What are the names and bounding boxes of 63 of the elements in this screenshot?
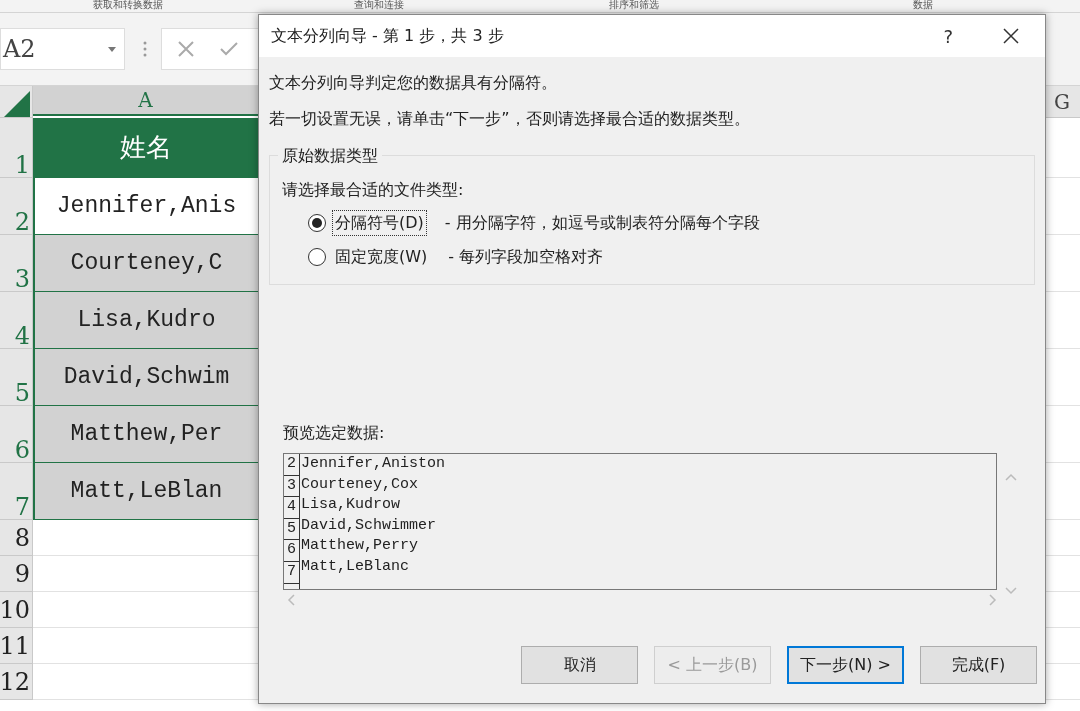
preview-line: Courteney,Cox <box>301 474 420 495</box>
row-header[interactable]: 12 <box>0 664 33 700</box>
dialog-button[interactable]: 完成(F) <box>920 646 1037 684</box>
line-number: 2 <box>284 454 299 476</box>
dropdown-icon[interactable] <box>108 46 116 52</box>
message-text: 文本分列向导判定您的数据具有分隔符。 <box>269 72 558 94</box>
line-number: 3 <box>284 475 299 498</box>
name-box[interactable]: A2 <box>0 28 125 70</box>
column-header[interactable]: G <box>1054 86 1070 117</box>
row-header[interactable]: 11 <box>0 628 33 664</box>
row-header[interactable]: 7 <box>0 463 33 520</box>
ribbon-group-label: 查询和连接 <box>353 0 405 12</box>
ribbon-group-label: 获取和转换数据 <box>91 0 164 12</box>
dialog-button[interactable]: 取消 <box>521 646 638 684</box>
radio-label[interactable]: 固定宽度(W) <box>332 244 431 270</box>
preview-line: David,Schwimmer <box>301 515 438 536</box>
message-text: 若一切设置无误，请单击“下一步”，否则请选择最合适的数据类型。 <box>269 108 751 130</box>
row-header[interactable]: 3 <box>0 235 33 292</box>
row-header[interactable]: 8 <box>0 520 33 556</box>
column-header[interactable]: A <box>33 86 258 116</box>
line-number: 5 <box>284 518 299 541</box>
row-header[interactable]: 2 <box>0 178 33 235</box>
name-box-value: A2 <box>3 34 36 65</box>
radio-label[interactable]: 分隔符号(D) <box>332 210 427 236</box>
enter-icon[interactable] <box>220 42 238 56</box>
preview-line: Matt,LeBlanc <box>301 556 411 577</box>
cancel-icon[interactable] <box>178 41 194 57</box>
scroll-left-icon[interactable] <box>287 594 295 606</box>
table-cell: Lisa,Kudro <box>33 292 258 349</box>
preview-label: 预览选定数据: <box>283 422 386 444</box>
preview-line: Jennifer,Aniston <box>301 454 446 474</box>
table-cell: Courteney,C <box>33 235 258 292</box>
scroll-down-icon[interactable] <box>1005 587 1017 595</box>
help-button[interactable]: ? <box>937 21 959 51</box>
option-description: - 用分隔字符，如逗号或制表符分隔每个字段 <box>444 212 760 234</box>
header-cell: 姓名 <box>33 118 258 178</box>
preview-line: Matthew,Perry <box>301 536 420 557</box>
scroll-up-icon[interactable] <box>1005 473 1017 481</box>
ribbon-group-label: 数据 <box>911 0 934 12</box>
row-header[interactable]: 9 <box>0 556 33 592</box>
row-header[interactable]: 10 <box>0 592 33 628</box>
prompt-text: 请选择最合适的文件类型: <box>282 179 465 201</box>
window-title: 文本分列向导 - 第 1 步，共 3 步 <box>271 25 504 47</box>
row-header[interactable]: 4 <box>0 292 33 349</box>
table-cell: Jennifer,Anis <box>33 178 258 235</box>
table-cell: Matt,LeBlan <box>33 463 258 520</box>
scroll-right-icon[interactable] <box>989 594 997 606</box>
table-cell: David,Schwim <box>33 349 258 406</box>
ribbon-group-label: 排序和筛选 <box>608 0 660 12</box>
radio-button[interactable] <box>308 214 326 232</box>
close-icon[interactable] <box>1003 28 1019 44</box>
row-header[interactable]: 1 <box>0 118 33 178</box>
option-description: - 每列字段加空格对齐 <box>448 246 604 268</box>
line-number: 4 <box>284 497 299 519</box>
preview-line: Lisa,Kudrow <box>301 495 402 516</box>
row-header[interactable]: 6 <box>0 406 33 463</box>
line-number: 7 <box>284 561 299 584</box>
table-cell: Matthew,Per <box>33 406 258 463</box>
dialog-button[interactable]: 下一步(N) > <box>787 646 904 684</box>
line-number: 6 <box>284 540 299 562</box>
row-header[interactable]: 5 <box>0 349 33 406</box>
radio-button[interactable] <box>308 248 326 266</box>
grip-icon <box>143 41 147 57</box>
